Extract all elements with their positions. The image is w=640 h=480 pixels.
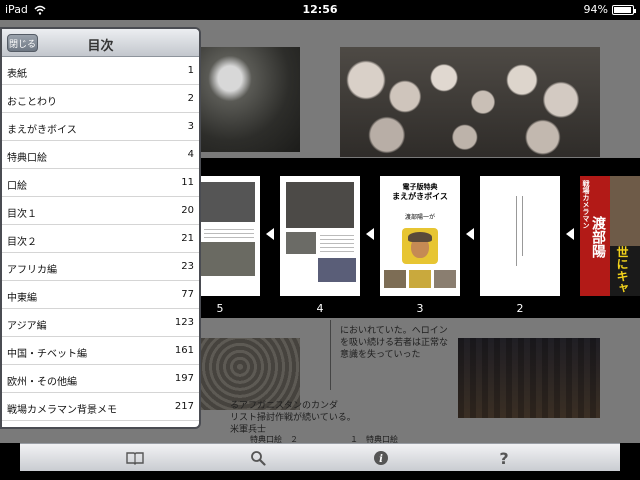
cover-portrait [610,176,640,246]
toc-item-label: おことわり [7,97,57,108]
toc-item[interactable]: おことわり 2 [2,85,199,113]
cover-title: 渡部陽 [590,216,606,258]
toc-item-page: 161 [174,345,194,356]
photo-airplane-window [200,47,300,152]
thumbnail-page-5[interactable] [200,176,260,296]
thumb3-photo-1 [384,270,406,288]
thumb3-photo-3 [434,270,456,288]
thumb3-name: 渡部陽一が [404,214,435,221]
toc-item-page: 21 [181,233,194,244]
arrow-left-icon [366,228,374,240]
thumb4-photo-small [286,232,316,254]
thumb5-photo-bottom [200,242,255,276]
toc-item[interactable]: 戦場カメラマン背景メモ 217 [2,393,199,421]
toc-item[interactable]: まえがきボイス 3 [2,113,199,141]
toc-item[interactable]: アジア編 123 [2,309,199,337]
toc-item-label: 目次２ [7,237,37,248]
toc-header: 閉じる 目次 [2,29,199,57]
status-bar: iPad 12:56 94% [0,0,640,20]
thumbnail-page-1-cover[interactable]: 戦場カメラマン 渡部陽 世にキャ [580,176,640,296]
toc-item-label: 特典口絵 [7,153,47,164]
page-text-right: においれていた。ヘロインを吸い続ける若者は正常な意識を失っていった [340,326,449,360]
search-icon[interactable] [246,448,270,468]
toc-item-label: アジア編 [7,321,47,332]
toc-item[interactable]: 欧州・その他編 197 [2,365,199,393]
page-text-left-2: リスト掃討作戦が続いている。 [230,413,356,423]
thumb3-title: まえがきボイス [392,192,448,201]
thumb4-photo-children [286,182,354,228]
toc-list[interactable]: 表紙 1 おことわり 2 まえがきボイス 3 特典口絵 4 口絵 11 目次１ 20 目次２ 21 アフリカ… [2,57,199,427]
toc-item-page: 217 [174,401,194,412]
toc-item[interactable]: 目次１ 20 [2,197,199,225]
toc-item-page: 23 [181,261,194,272]
toc-item-page: 20 [181,205,194,216]
status-right: 94% [583,3,636,16]
toc-item-label: 欧州・その他編 [7,377,77,388]
arrow-left-icon [566,228,574,240]
toc-item-page: 77 [181,289,194,300]
info-icon[interactable]: i [369,448,393,468]
thumb4-photo-crowd [318,258,356,282]
toc-title: 目次 [87,39,114,54]
toc-item-label: 中東編 [7,293,37,304]
status-time: 12:56 [302,3,338,16]
thumb3-portrait [402,228,438,264]
battery-percent: 94% [583,3,608,16]
toc-item-page: 2 [187,93,194,104]
cover-yellow-text: 世にキャ [615,246,629,294]
thumbnail-page-3[interactable]: 電子版特典 まえがきボイス 渡部陽一が [380,176,460,296]
thumb5-photo-top [200,182,255,222]
toc-item-label: 戦場カメラマン背景メモ [7,405,117,416]
thumb2-text-column [516,196,517,266]
thumbnail-number-3: 3 [416,302,424,315]
arrow-left-icon [266,228,274,240]
toc-item-label: 目次１ [7,209,37,220]
toc-item-label: アフリカ編 [7,265,57,276]
toc-item-page: 1 [187,65,194,76]
screen-bottom-edge [0,471,640,480]
thumb3-photo-2 [409,270,431,288]
toc-item-page: 197 [174,373,194,384]
toc-item-page: 11 [181,177,194,188]
help-icon[interactable]: ? [492,448,516,468]
toc-item[interactable]: 中国・チベット編 161 [2,337,199,365]
thumbnail-page-4[interactable] [280,176,360,296]
thumb5-text [204,226,254,238]
toc-item[interactable]: 特典口絵 4 [2,141,199,169]
page-text-left-1: るアフガニスタンのカンダ [230,401,339,411]
photo-children [340,47,600,157]
thumbnail-page-2[interactable] [480,176,560,296]
book-icon[interactable] [123,448,147,468]
bottom-toolbar: i ? [20,443,620,471]
thumbnail-number-2: 2 [516,302,524,315]
toc-item-label: 表紙 [7,69,27,80]
thumbnail-number-4: 4 [316,302,324,315]
toc-item-page: 4 [187,149,194,160]
info-glyph: i [379,454,383,465]
toc-item[interactable]: 奥付広告229 [2,421,199,427]
battery-fill [614,6,631,13]
page-divider [330,320,331,390]
toc-item-label: まえがきボイス [7,125,77,136]
battery-icon [612,4,636,15]
thumb4-text [320,232,354,254]
toc-item-label: 中国・チベット編 [7,349,87,360]
thumb2-text-column [522,196,523,256]
toc-item[interactable]: 表紙 1 [2,57,199,85]
toc-item[interactable]: 中東編 77 [2,281,199,309]
toc-item[interactable]: 目次２ 21 [2,225,199,253]
toc-popover[interactable]: 閉じる 目次 表紙 1 おことわり 2 まえがきボイス 3 特典口絵 4 口絵 11 目次１ 20 目次… [0,27,201,429]
arrow-left-icon [466,228,474,240]
toc-item[interactable]: アフリカ編 23 [2,253,199,281]
toc-item-page: 3 [187,121,194,132]
toc-item-page: 123 [174,317,194,328]
photo-crowd [458,338,600,418]
toc-item-label: 口絵 [7,181,27,192]
toc-item[interactable]: 口絵 11 [2,169,199,197]
